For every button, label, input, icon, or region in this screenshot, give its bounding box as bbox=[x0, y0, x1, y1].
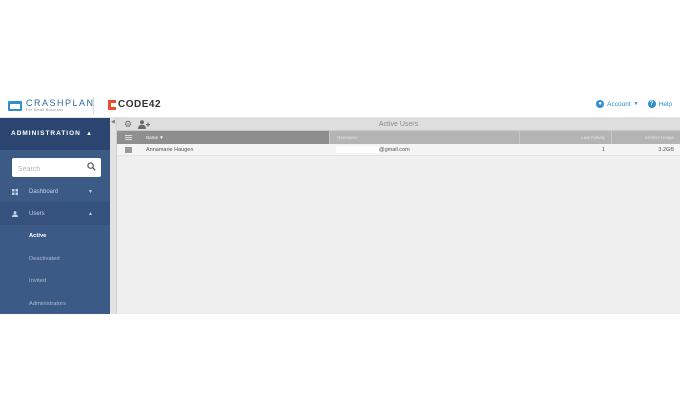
sidebar-item-label: Users bbox=[29, 211, 45, 217]
brand-name: CRASHPLAN bbox=[26, 98, 95, 109]
computer-icon bbox=[125, 147, 132, 153]
account-menu[interactable]: ● Account ▼ bbox=[596, 100, 639, 108]
table-header: Name ▼ Username Last Activity Archive Us… bbox=[117, 131, 680, 144]
code42-mark-icon bbox=[108, 99, 116, 110]
crashplan-logo[interactable]: CRASHPLAN For Small Business bbox=[8, 98, 95, 114]
top-bar: CRASHPLAN For Small Business CODE42 ● Ac… bbox=[0, 93, 680, 118]
search-input[interactable] bbox=[12, 160, 82, 179]
cell-archive-usage: 3.2GB bbox=[658, 147, 674, 153]
collapse-arrow-icon: ◀ bbox=[111, 119, 115, 125]
column-header-archive-usage[interactable]: Archive Usage bbox=[611, 131, 680, 144]
cell-username: @gmail.com bbox=[329, 144, 519, 155]
code42-logo: CODE42 bbox=[108, 99, 161, 110]
sidebar-subitem-administrators[interactable]: Administrators bbox=[0, 293, 110, 316]
dashboard-icon bbox=[12, 189, 18, 195]
help-label: Help bbox=[658, 100, 672, 108]
sidebar-item-users[interactable]: Users ▲ bbox=[0, 203, 110, 225]
account-label: Account bbox=[607, 100, 631, 108]
column-header-username[interactable]: Username bbox=[329, 131, 519, 144]
sidebar-subitem-deactivated[interactable]: Deactivated bbox=[0, 248, 110, 271]
toolbar: ⚙ Active Users bbox=[117, 118, 680, 131]
sidebar-subitem-active[interactable]: Active bbox=[0, 225, 110, 248]
chevron-up-icon: ▲ bbox=[88, 211, 93, 217]
sort-arrow-icon: ▼ bbox=[159, 135, 164, 140]
search-box bbox=[12, 158, 101, 179]
column-header-name[interactable]: Name ▼ bbox=[142, 131, 329, 144]
main-content: ⚙ Active Users Name ▼ Username Last Acti… bbox=[117, 118, 680, 314]
sidebar: ADMINISTRATION ▲ Dashboard ▼ bbox=[0, 118, 110, 314]
help-link[interactable]: ? Help bbox=[647, 100, 672, 108]
column-header-label: Name bbox=[146, 135, 159, 140]
section-title: ADMINISTRATION bbox=[11, 130, 81, 137]
chevron-up-icon: ▲ bbox=[86, 131, 93, 137]
chevron-down-icon: ▼ bbox=[633, 101, 639, 107]
username-text: @gmail.com bbox=[379, 146, 410, 153]
sidebar-section-header[interactable]: ADMINISTRATION ▲ bbox=[0, 118, 110, 150]
panel-title: Active Users bbox=[378, 121, 419, 128]
account-icon: ● bbox=[596, 100, 605, 108]
cell-name: Annamarie Haugen bbox=[146, 147, 194, 153]
sidebar-item-dashboard[interactable]: Dashboard ▼ bbox=[0, 181, 110, 203]
sidebar-item-label: Dashboard bbox=[29, 189, 59, 195]
brand-tagline: For Small Business bbox=[26, 108, 64, 113]
redacted-block bbox=[336, 146, 379, 153]
column-header-last-activity[interactable]: Last Activity bbox=[519, 131, 611, 144]
user-icon bbox=[12, 211, 18, 217]
partner-name: CODE42 bbox=[118, 99, 162, 110]
sidebar-collapse-handle[interactable]: ◀ bbox=[110, 118, 117, 314]
help-icon: ? bbox=[647, 100, 656, 108]
top-nav: ● Account ▼ ? Help bbox=[596, 100, 672, 108]
column-header-select[interactable] bbox=[117, 131, 142, 144]
app-window: CRASHPLAN For Small Business CODE42 ● Ac… bbox=[0, 93, 680, 314]
chevron-down-icon: ▼ bbox=[88, 189, 93, 195]
cell-last-activity: 1 bbox=[601, 147, 605, 153]
folder-icon bbox=[8, 101, 22, 111]
list-icon bbox=[125, 135, 132, 140]
sidebar-subitem-invited[interactable]: Invited bbox=[0, 270, 110, 293]
sidebar-nav: Dashboard ▼ Users ▲ Active Deactivated I… bbox=[0, 181, 110, 315]
logo-divider bbox=[93, 97, 94, 114]
table-row[interactable]: Annamarie Haugen @gmail.com 1 3.2GB bbox=[117, 144, 680, 156]
search-icon[interactable] bbox=[87, 162, 96, 171]
